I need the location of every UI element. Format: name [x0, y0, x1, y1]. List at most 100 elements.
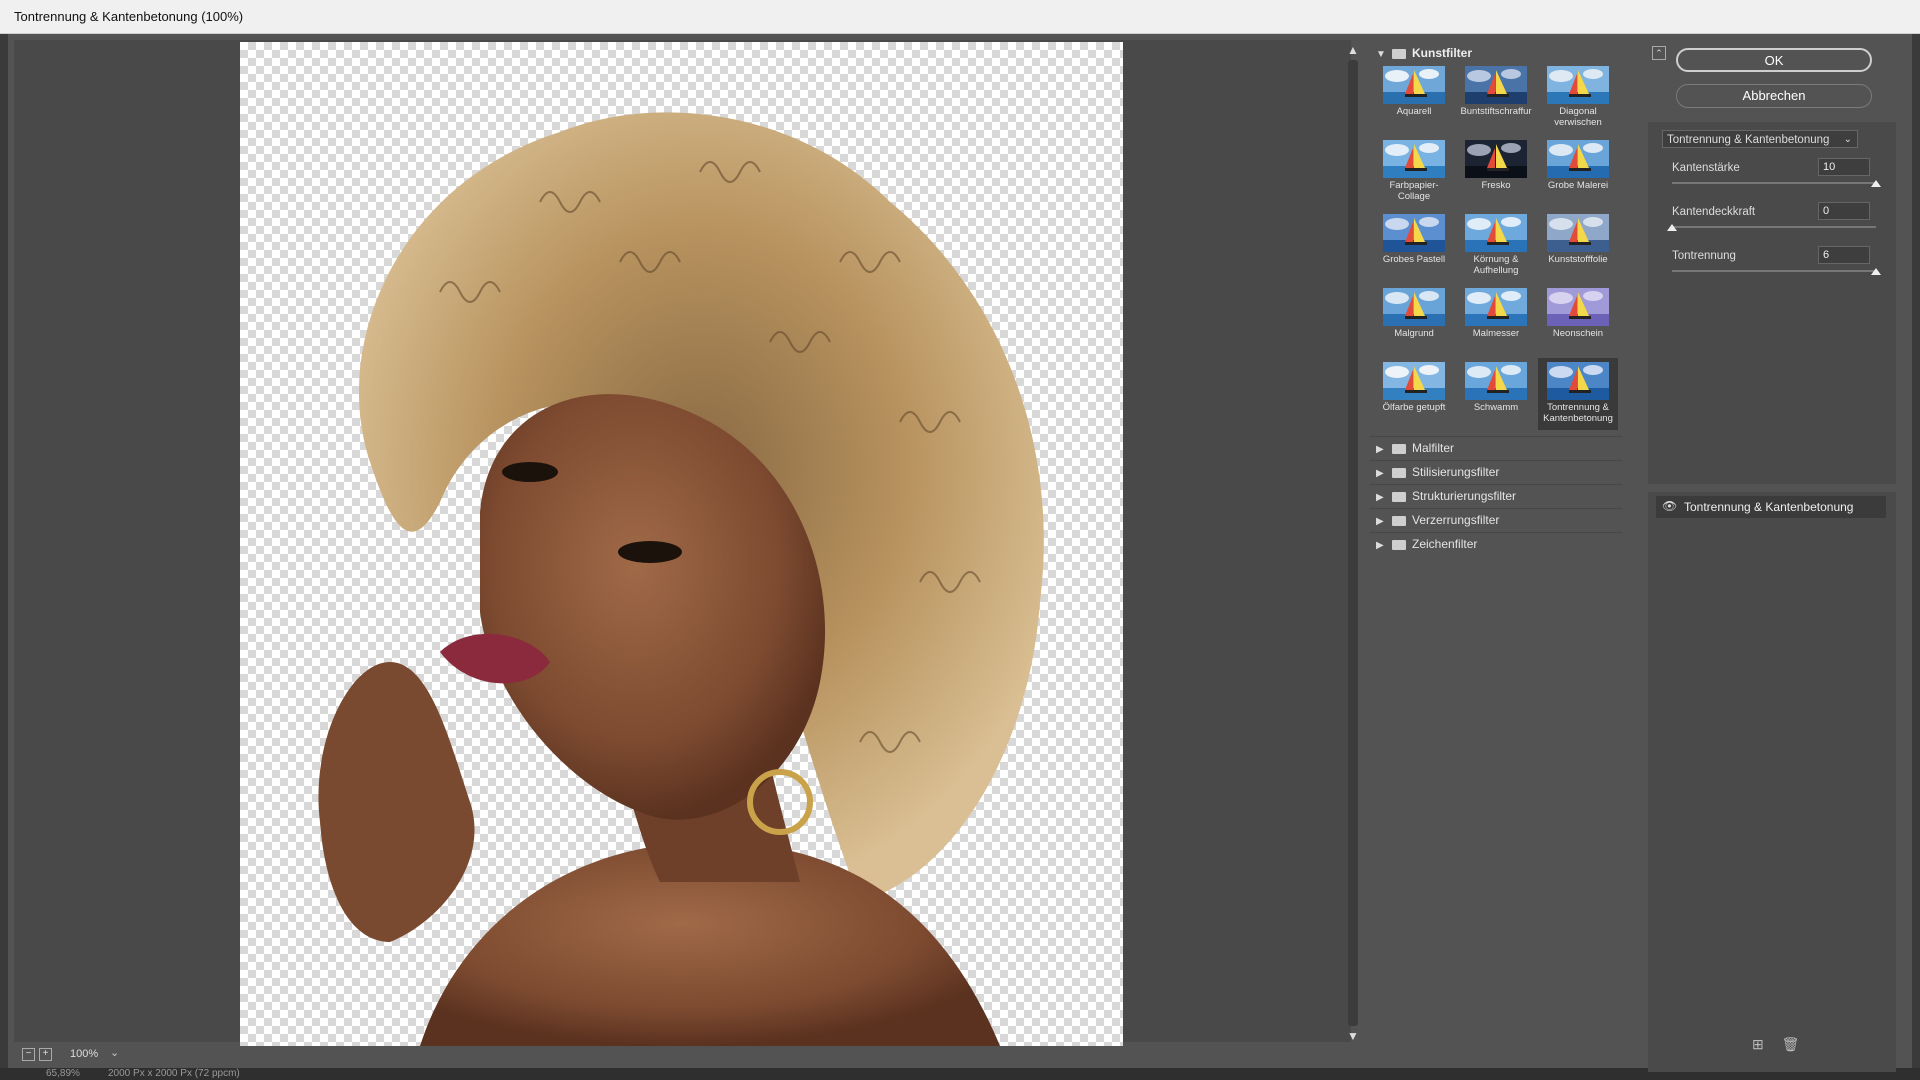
filter-thumb-label: Farbpapier-Collage [1389, 180, 1439, 202]
filter-preview-image [1383, 66, 1445, 104]
filter-categories: ▶ Malfilter ▶ Stilisierungsfilter ▶ Strukturi… [1370, 436, 1622, 556]
filter-thumb-label: Aquarell [1396, 106, 1432, 117]
preview-canvas[interactable] [240, 42, 1123, 1046]
param-value-input[interactable]: 10 [1818, 158, 1870, 176]
param-slider-handle[interactable] [1667, 224, 1677, 231]
param-slider-track[interactable] [1672, 226, 1876, 228]
status-bar: 65,89% 2000 Px x 2000 Px (72 ppcm) [0, 1068, 1920, 1080]
filter-thumb[interactable]: Neonschein [1538, 284, 1618, 356]
filter-thumb[interactable]: Körnung & Aufhellung [1456, 210, 1536, 282]
status-size: 2000 Px x 2000 Px (72 ppcm) [108, 1068, 240, 1079]
filter-thumb[interactable]: Ölfarbe getupft [1374, 358, 1454, 430]
scrollbar-track[interactable] [1348, 60, 1358, 1026]
filter-thumb[interactable]: Schwamm [1456, 358, 1536, 430]
preview-bottom-bar: − + 100% ⌄ [14, 1044, 1351, 1066]
filter-category[interactable]: ▶ Verzerrungsfilter [1370, 508, 1622, 532]
param-row: Tontrennung 6 [1672, 246, 1882, 286]
filter-preview-image [1547, 362, 1609, 400]
filter-preview-image [1383, 288, 1445, 326]
param-value-input[interactable]: 0 [1818, 202, 1870, 220]
title-bar: Tontrennung & Kantenbetonung (100%) [0, 0, 1920, 34]
param-slider-track[interactable] [1672, 182, 1876, 184]
filter-preview-image [1465, 214, 1527, 252]
param-row: Kantenstärke 10 [1672, 158, 1882, 198]
filter-thumb-label: Malgrund [1394, 328, 1434, 339]
param-slider-track[interactable] [1672, 270, 1876, 272]
category-kunstfilter[interactable]: ▼ Kunstfilter [1376, 46, 1472, 60]
filter-gallery-panel: ▼ Kunstfilter Aquarell Buntstiftschraffur D… [1370, 40, 1622, 1060]
effect-layer-row[interactable]: 👁 Tontrennung & Kantenbetonung [1656, 496, 1886, 518]
filter-category[interactable]: ▶ Stilisierungsfilter [1370, 460, 1622, 484]
new-effect-layer-icon[interactable]: ⊞ [1752, 1036, 1764, 1052]
filter-preview-image [1547, 66, 1609, 104]
filter-thumb[interactable]: Grobe Malerei [1538, 136, 1618, 208]
zoom-out-icon[interactable]: − [22, 1048, 35, 1061]
filter-thumb-label: Ölfarbe getupft [1382, 402, 1446, 413]
param-label: Kantendeckkraft [1672, 206, 1756, 218]
filter-preview-image [1383, 214, 1445, 252]
filter-preview-image [1547, 288, 1609, 326]
filter-category[interactable]: ▶ Strukturierungsfilter [1370, 484, 1622, 508]
filter-thumb[interactable]: Grobes Pastell [1374, 210, 1454, 282]
filter-thumb-label: Schwamm [1473, 402, 1519, 413]
filter-preview-image [1465, 140, 1527, 178]
cancel-button[interactable]: Abbrechen [1676, 84, 1872, 108]
chevron-down-icon: ⌄ [1843, 134, 1852, 145]
category-label: Zeichenfilter [1412, 537, 1478, 551]
filter-category[interactable]: ▶ Zeichenfilter [1370, 532, 1622, 556]
triangle-down-icon: ▼ [1376, 49, 1386, 60]
param-slider-handle[interactable] [1871, 180, 1881, 187]
filter-thumb[interactable]: Malgrund [1374, 284, 1454, 356]
scroll-up-icon[interactable]: ▲ [1345, 42, 1361, 58]
filter-preview-image [1547, 140, 1609, 178]
category-label: Strukturierungsfilter [1412, 489, 1517, 503]
filter-thumb[interactable]: Kunststofffolie [1538, 210, 1618, 282]
filter-thumb[interactable]: Malmesser [1456, 284, 1536, 356]
folder-icon [1392, 515, 1406, 526]
trash-icon[interactable]: 🗑 [1782, 1036, 1800, 1052]
triangle-right-icon: ▶ [1376, 492, 1384, 503]
folder-icon [1392, 467, 1406, 478]
filter-thumb[interactable]: Tontrennung & Kantenbetonung [1538, 358, 1618, 430]
filter-preview-image [1465, 66, 1527, 104]
folder-icon [1392, 539, 1406, 550]
triangle-right-icon: ▶ [1376, 468, 1384, 479]
param-row: Kantendeckkraft 0 [1667, 202, 1882, 242]
triangle-right-icon: ▶ [1376, 540, 1384, 551]
filter-thumb-label: Malmesser [1472, 328, 1520, 339]
filter-thumb-label: Körnung & Aufhellung [1473, 254, 1519, 276]
filter-category[interactable]: ▶ Malfilter [1370, 436, 1622, 460]
category-label: Malfilter [1412, 441, 1455, 455]
ok-button[interactable]: OK [1676, 48, 1872, 72]
scroll-down-icon[interactable]: ▼ [1345, 1028, 1361, 1044]
triangle-right-icon: ▶ [1376, 516, 1384, 527]
filter-thumb[interactable]: Farbpapier-Collage [1374, 136, 1454, 208]
param-label: Kantenstärke [1672, 162, 1740, 174]
filter-thumb[interactable]: Diagonal verwischen [1538, 62, 1618, 134]
folder-icon [1392, 443, 1406, 454]
preview-vertical-scrollbar[interactable]: ▲ ▼ [1345, 42, 1361, 1044]
effect-layers-panel: 👁 Tontrennung & Kantenbetonung [1648, 492, 1896, 1072]
param-value-input[interactable]: 6 [1818, 246, 1870, 264]
filter-thumb[interactable]: Fresko [1456, 136, 1536, 208]
filter-preview-image [1383, 140, 1445, 178]
filter-thumb-label: Buntstiftschraffur [1460, 106, 1532, 117]
zoom-in-icon[interactable]: + [39, 1048, 52, 1061]
filter-preview-image [1383, 362, 1445, 400]
layer-actions: ⊞ 🗑 [1752, 1036, 1813, 1053]
collapse-icon[interactable]: ⌃ [1652, 46, 1666, 60]
category-label: Stilisierungsfilter [1412, 465, 1500, 479]
window-title: Tontrennung & Kantenbetonung (100%) [14, 9, 244, 24]
filter-settings: Tontrennung & Kantenbetonung ⌄ Kantenstä… [1648, 122, 1896, 484]
filter-preview-image [1547, 214, 1609, 252]
filter-select[interactable]: Tontrennung & Kantenbetonung ⌄ [1662, 130, 1858, 148]
param-slider-handle[interactable] [1871, 268, 1881, 275]
filter-preview-image [1465, 288, 1527, 326]
chevron-down-icon[interactable]: ⌄ [110, 1046, 119, 1059]
zoom-level[interactable]: 100% [70, 1048, 98, 1060]
eye-icon[interactable]: 👁 [1662, 499, 1677, 513]
filter-preview-image [1465, 362, 1527, 400]
filter-thumb[interactable]: Buntstiftschraffur [1456, 62, 1536, 134]
triangle-right-icon: ▶ [1376, 444, 1384, 455]
filter-thumb[interactable]: Aquarell [1374, 62, 1454, 134]
